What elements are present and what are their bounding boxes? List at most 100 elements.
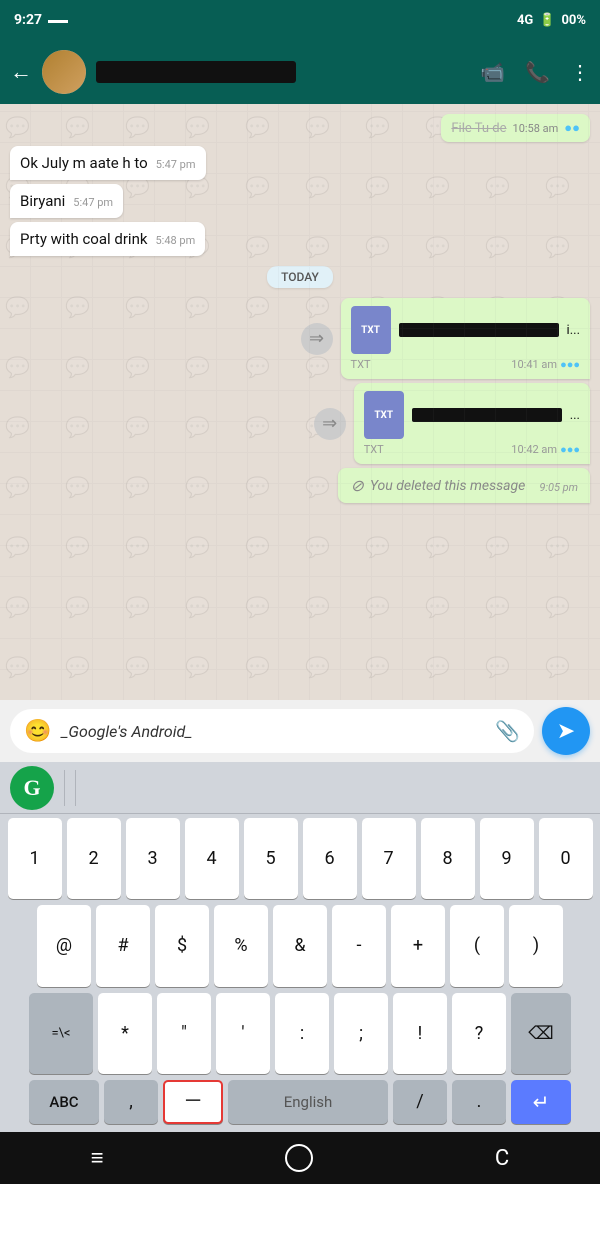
forward-arrow-1: ⇒ bbox=[309, 328, 324, 349]
chat-area: File Tu de 10:58 am ●● Ok July m aate h … bbox=[0, 104, 600, 700]
key-abc-label: ABC bbox=[49, 1093, 78, 1111]
key-0[interactable]: 0 bbox=[539, 818, 593, 899]
key-7[interactable]: 7 bbox=[362, 818, 416, 899]
msg-text-1: Ok July m aate h to bbox=[20, 154, 148, 172]
key-comma[interactable]: , bbox=[104, 1080, 158, 1124]
file-name-redacted-1 bbox=[399, 323, 559, 337]
key-6[interactable]: 6 bbox=[303, 818, 357, 899]
nav-menu-icon[interactable]: ≡ bbox=[91, 1145, 104, 1171]
grammarly-button[interactable]: G bbox=[10, 766, 54, 810]
backspace-key[interactable]: ⌫ bbox=[511, 993, 571, 1074]
file-ticks-2: ●●● bbox=[560, 443, 580, 456]
key-1[interactable]: 1 bbox=[8, 818, 62, 899]
deleted-text: You deleted this message bbox=[370, 478, 525, 494]
status-sim-icon: ▬▬ bbox=[48, 15, 68, 26]
file-name-suffix-1: i... bbox=[567, 323, 580, 338]
keyboard: G 1 2 3 4 5 6 7 8 9 0 @ # $ % & - + ( ) … bbox=[0, 762, 600, 1132]
key-3[interactable]: 3 bbox=[126, 818, 180, 899]
key-dollar[interactable]: $ bbox=[155, 905, 209, 986]
key-colon[interactable]: : bbox=[275, 993, 329, 1074]
key-dash[interactable]: — bbox=[163, 1080, 223, 1124]
file-ext-text-1: TXT bbox=[351, 358, 371, 371]
msg-time-1: 5:47 pm bbox=[156, 158, 196, 171]
status-time: 9:27 bbox=[14, 12, 42, 28]
status-battery-icon: 🔋 bbox=[539, 13, 555, 28]
header-icons: 📹 📞 ⋮ bbox=[480, 60, 590, 84]
file-bubble-2: TXT ... TXT 10:42 am ●●● bbox=[354, 383, 590, 464]
status-bar: 9:27 ▬▬ 4G 🔋 00% bbox=[0, 0, 600, 40]
file-ext-label-2: TXT bbox=[374, 410, 393, 421]
message-input-field[interactable]: 😊 _Google's Android_ 📎 bbox=[10, 709, 534, 753]
file-timestamp-2: 10:42 am bbox=[387, 443, 557, 456]
deleted-icon: ⊘ bbox=[350, 476, 363, 495]
partial-message: File Tu de 10:58 am ●● bbox=[441, 114, 590, 142]
key-open-paren[interactable]: ( bbox=[450, 905, 504, 986]
key-percent[interactable]: % bbox=[214, 905, 268, 986]
key-abc[interactable]: ABC bbox=[29, 1080, 99, 1124]
avatar[interactable] bbox=[42, 50, 86, 94]
key-at[interactable]: @ bbox=[37, 905, 91, 986]
send-icon: ➤ bbox=[557, 719, 575, 744]
key-ampersand[interactable]: & bbox=[273, 905, 327, 986]
partial-text: File Tu de bbox=[451, 121, 506, 136]
more-options-icon[interactable]: ⋮ bbox=[570, 60, 590, 84]
nav-back-icon[interactable]: C bbox=[495, 1146, 509, 1171]
file-name-suffix-2: ... bbox=[570, 408, 580, 423]
key-8[interactable]: 8 bbox=[421, 818, 475, 899]
key-period[interactable]: . bbox=[452, 1080, 506, 1124]
key-exclaim[interactable]: ! bbox=[393, 993, 447, 1074]
msg-text-3: Prty with coal drink bbox=[20, 230, 147, 248]
day-divider: TODAY bbox=[267, 266, 333, 288]
status-signal: 4G bbox=[517, 13, 533, 28]
key-2[interactable]: 2 bbox=[67, 818, 121, 899]
attach-icon[interactable]: 📎 bbox=[495, 719, 520, 743]
emoji-icon[interactable]: 😊 bbox=[24, 719, 51, 744]
forward-icon-2: ⇒ bbox=[314, 408, 346, 440]
key-question[interactable]: ? bbox=[452, 993, 506, 1074]
partial-ticks: ●● bbox=[564, 120, 580, 136]
key-hash[interactable]: # bbox=[96, 905, 150, 986]
file-message-1: ⇒ TXT i... TXT 10:41 am ●●● bbox=[301, 298, 590, 379]
keyboard-row-bottom: ABC , — English / . ↵ bbox=[0, 1076, 600, 1132]
video-call-icon[interactable]: 📹 bbox=[480, 60, 505, 84]
message-1: Ok July m aate h to 5:47 pm bbox=[10, 146, 206, 180]
key-semicolon[interactable]: ; bbox=[334, 993, 388, 1074]
back-button[interactable]: ← bbox=[10, 59, 32, 85]
key-minus[interactable]: - bbox=[332, 905, 386, 986]
forward-icon-1: ⇒ bbox=[301, 323, 333, 355]
key-5[interactable]: 5 bbox=[244, 818, 298, 899]
nav-home-button[interactable] bbox=[285, 1144, 313, 1172]
day-divider-text: TODAY bbox=[281, 270, 319, 284]
file-icon-1: TXT bbox=[351, 306, 391, 354]
key-equals-backslash[interactable]: =\< bbox=[29, 993, 93, 1074]
file-ext-label-1: TXT bbox=[361, 325, 380, 336]
deleted-time: 9:05 pm bbox=[539, 481, 578, 494]
key-dquote[interactable]: " bbox=[157, 993, 211, 1074]
msg-time-2: 5:47 pm bbox=[73, 196, 113, 209]
status-battery: 00% bbox=[561, 13, 586, 28]
forward-arrow-2: ⇒ bbox=[322, 413, 337, 434]
key-close-paren[interactable]: ) bbox=[509, 905, 563, 986]
msg-time-3: 5:48 pm bbox=[155, 234, 195, 247]
msg-text-2: Biryani bbox=[20, 192, 65, 210]
key-squote[interactable]: ' bbox=[216, 993, 270, 1074]
message-2: Biryani 5:47 pm bbox=[10, 184, 123, 218]
key-space-lang[interactable]: English bbox=[228, 1080, 388, 1124]
key-lang-label: English bbox=[284, 1093, 333, 1111]
deleted-message: ⊘ You deleted this message 9:05 pm bbox=[338, 468, 590, 503]
grammarly-label: G bbox=[23, 775, 40, 801]
file-name-redacted-2 bbox=[412, 408, 562, 422]
voice-call-icon[interactable]: 📞 bbox=[525, 60, 550, 84]
input-bar: 😊 _Google's Android_ 📎 ➤ bbox=[0, 700, 600, 762]
input-text-value[interactable]: _Google's Android_ bbox=[61, 722, 485, 741]
file-ticks-1: ●●● bbox=[560, 358, 580, 371]
key-enter[interactable]: ↵ bbox=[511, 1080, 571, 1124]
key-4[interactable]: 4 bbox=[185, 818, 239, 899]
send-button[interactable]: ➤ bbox=[542, 707, 590, 755]
key-slash[interactable]: / bbox=[393, 1080, 447, 1124]
file-icon-2: TXT bbox=[364, 391, 404, 439]
file-message-2: ⇒ TXT ... TXT 10:42 am ●●● bbox=[314, 383, 590, 464]
key-asterisk[interactable]: * bbox=[98, 993, 152, 1074]
key-9[interactable]: 9 bbox=[480, 818, 534, 899]
key-plus[interactable]: + bbox=[391, 905, 445, 986]
